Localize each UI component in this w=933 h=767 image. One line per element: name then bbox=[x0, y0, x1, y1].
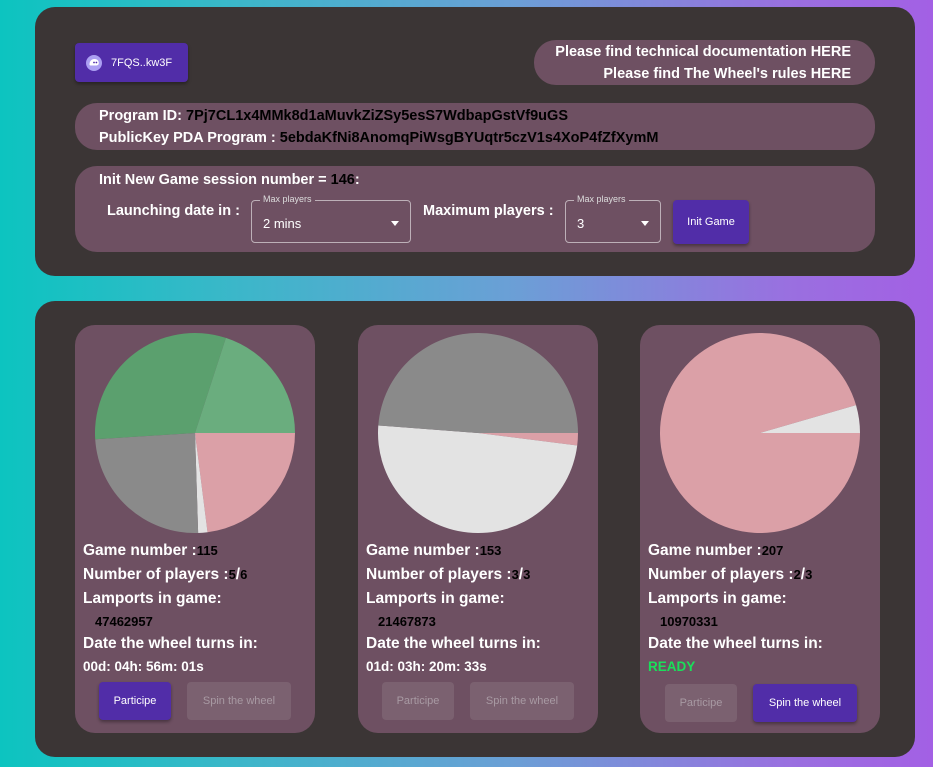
wheel-pie-chart bbox=[378, 333, 578, 533]
program-id-value: 7Pj7CL1x4MMk8d1aMuvkZiZSy5esS7WdbapGstVf… bbox=[186, 108, 568, 124]
participe-button[interactable]: Participe bbox=[99, 682, 171, 720]
rules-link[interactable]: Please find The Wheel's rules HERE bbox=[534, 63, 875, 85]
spin-wheel-button[interactable]: Spin the wheel bbox=[187, 682, 291, 720]
countdown-timer: 01d: 03h: 20m: 33s bbox=[366, 659, 487, 674]
lamports-value: 10970331 bbox=[660, 614, 718, 629]
players-label: Number of players : bbox=[648, 566, 794, 583]
max-players-value: 3 bbox=[577, 216, 585, 231]
players-max: 3 bbox=[805, 567, 813, 582]
header-panel: 7FQS..kw3F Please find technical documen… bbox=[35, 7, 915, 276]
spin-wheel-button[interactable]: Spin the wheel bbox=[753, 684, 857, 722]
game-number-label: Game number : bbox=[648, 542, 762, 559]
pda-label: PublicKey PDA Program : bbox=[99, 130, 276, 146]
date-label: Date the wheel turns in: bbox=[366, 635, 541, 652]
players-line: Number of players :3/3 bbox=[366, 566, 530, 584]
players-label: Number of players : bbox=[83, 566, 229, 583]
game-number-label: Game number : bbox=[366, 542, 480, 559]
game-card: Game number :153 Number of players :3/3 La… bbox=[358, 325, 598, 733]
wheel-pie-chart bbox=[660, 333, 860, 533]
game-number-line: Game number :207 bbox=[648, 542, 783, 560]
max-players-legend: Max players bbox=[574, 194, 629, 204]
date-label: Date the wheel turns in: bbox=[648, 635, 823, 652]
players-current: 2 bbox=[793, 567, 801, 582]
chevron-down-icon bbox=[391, 221, 399, 226]
documentation-links: Please find technical documentation HERE… bbox=[534, 40, 875, 85]
games-panel: Game number :115 Number of players :5/6 La… bbox=[35, 301, 915, 757]
pda-value: 5ebdaKfNi8AnomqPiWsgBYUqtr5czV1s4XoP4fZf… bbox=[279, 130, 659, 146]
session-number: 146 bbox=[330, 172, 355, 188]
phantom-wallet-icon bbox=[86, 54, 102, 71]
init-title-suffix: : bbox=[354, 172, 360, 188]
countdown-timer: 00d: 04h: 56m: 01s bbox=[83, 659, 204, 674]
players-label: Number of players : bbox=[366, 566, 512, 583]
max-players-label: Maximum players : bbox=[423, 203, 554, 219]
game-number-line: Game number :115 bbox=[83, 542, 218, 560]
participe-button[interactable]: Participe bbox=[665, 684, 737, 722]
pda-line: PublicKey PDA Program : 5ebdaKfNi8AnomqP… bbox=[99, 130, 658, 146]
lamports-label: Lamports in game: bbox=[83, 590, 222, 607]
init-game-button[interactable]: Init Game bbox=[673, 200, 749, 244]
game-card: Game number :207 Number of players :2/3 La… bbox=[640, 325, 880, 733]
date-label: Date the wheel turns in: bbox=[83, 635, 258, 652]
players-current: 5 bbox=[228, 567, 236, 582]
pie-slice bbox=[95, 433, 199, 533]
chevron-down-icon bbox=[641, 221, 649, 226]
ready-status: READY bbox=[648, 659, 696, 674]
init-game-form: Init New Game session number = 146: Laun… bbox=[75, 166, 875, 252]
wheel-pie-chart bbox=[95, 333, 295, 533]
init-title: Init New Game session number = 146: bbox=[99, 172, 360, 188]
program-info: Program ID: 7Pj7CL1x4MMk8d1aMuvkZiZSy5es… bbox=[75, 103, 875, 150]
spin-wheel-button[interactable]: Spin the wheel bbox=[470, 682, 574, 720]
players-current: 3 bbox=[511, 567, 519, 582]
players-max: 6 bbox=[240, 567, 248, 582]
launch-date-select[interactable]: Max players 2 mins bbox=[251, 194, 411, 243]
wallet-address: 7FQS..kw3F bbox=[111, 56, 173, 69]
docs-link[interactable]: Please find technical documentation HERE bbox=[534, 41, 875, 63]
pie-slice bbox=[378, 333, 578, 433]
launch-date-value: 2 mins bbox=[263, 216, 302, 231]
game-number: 115 bbox=[196, 543, 218, 558]
lamports-value: 21467873 bbox=[378, 614, 436, 629]
game-number-label: Game number : bbox=[83, 542, 197, 559]
game-number: 153 bbox=[479, 543, 502, 558]
lamports-label: Lamports in game: bbox=[366, 590, 505, 607]
game-card: Game number :115 Number of players :5/6 La… bbox=[75, 325, 315, 733]
players-line: Number of players :2/3 bbox=[648, 566, 812, 584]
wallet-button[interactable]: 7FQS..kw3F bbox=[75, 43, 188, 82]
program-id-label: Program ID: bbox=[99, 108, 182, 124]
launch-date-label: Launching date in : bbox=[107, 203, 240, 219]
launch-date-legend: Max players bbox=[260, 194, 315, 204]
init-title-text: Init New Game session number = bbox=[99, 172, 327, 188]
players-max: 3 bbox=[523, 567, 531, 582]
program-id-line: Program ID: 7Pj7CL1x4MMk8d1aMuvkZiZSy5es… bbox=[99, 108, 568, 124]
max-players-select[interactable]: Max players 3 bbox=[565, 194, 661, 243]
lamports-label: Lamports in game: bbox=[648, 590, 787, 607]
game-number: 207 bbox=[761, 543, 784, 558]
players-line: Number of players :5/6 bbox=[83, 566, 247, 584]
lamports-value: 47462957 bbox=[95, 614, 153, 629]
game-number-line: Game number :153 bbox=[366, 542, 501, 560]
participe-button[interactable]: Participe bbox=[382, 682, 454, 720]
pie-slice bbox=[195, 433, 295, 533]
